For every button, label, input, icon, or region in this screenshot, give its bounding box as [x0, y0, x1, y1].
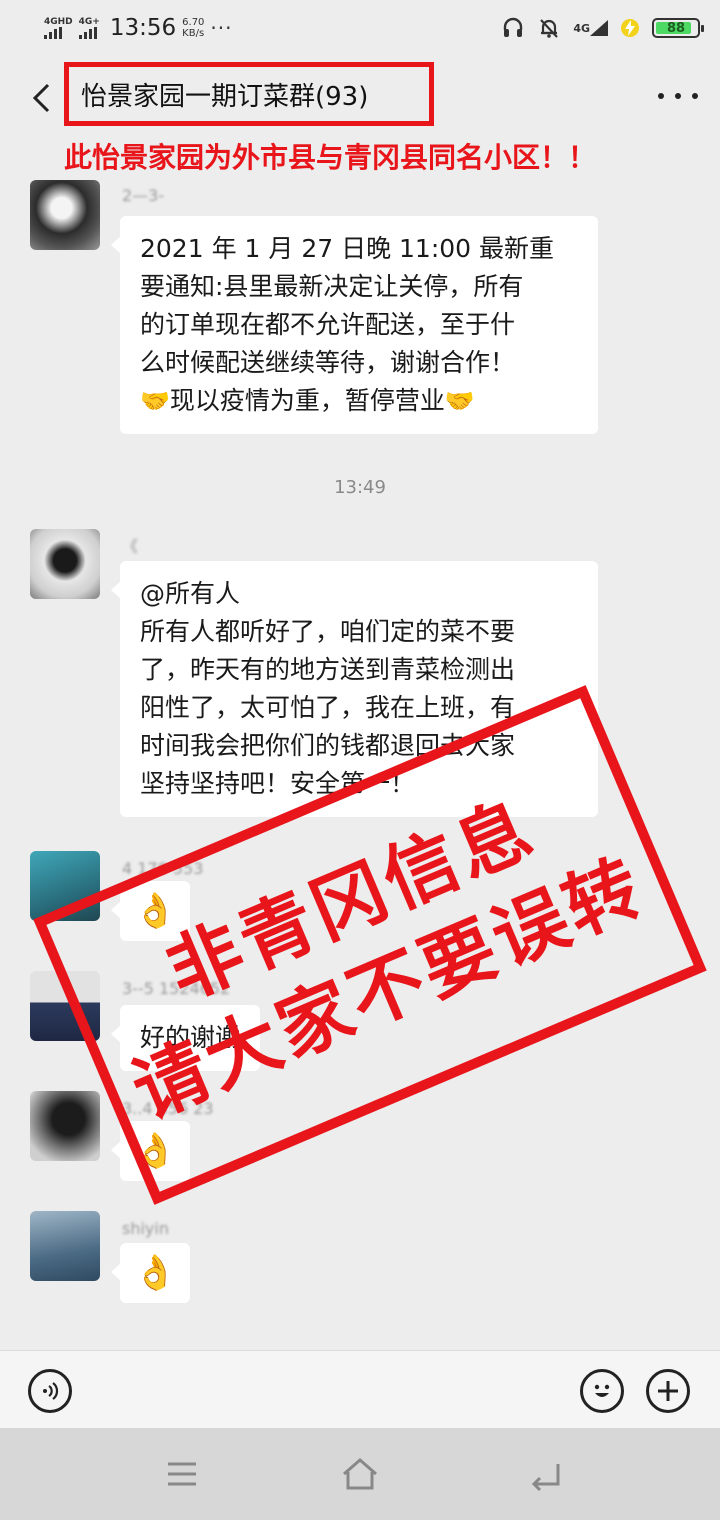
avatar[interactable]: [30, 971, 100, 1041]
menu-icon: [168, 1462, 196, 1486]
system-back-button[interactable]: [524, 1454, 568, 1494]
time-separator: 13:49: [334, 477, 386, 498]
message-line: 时间我会把你们的钱都退回去大家: [140, 731, 516, 760]
sender-name: 3..4 356 23: [122, 1099, 214, 1118]
handshake-icon: 🤝: [444, 387, 475, 415]
message-bubble[interactable]: 👌: [110, 1243, 191, 1303]
sender-name: 4 178 553: [122, 859, 204, 878]
add-more-button[interactable]: [646, 1369, 690, 1413]
message-line: 阳性了，太可怕了，我在上班，有: [140, 693, 516, 722]
sim2-label: 4G+: [78, 17, 100, 27]
battery-level: 88: [666, 20, 686, 36]
dot-icon: [675, 93, 681, 99]
sender-name: shiyin: [122, 1219, 169, 1238]
battery-icon: 88: [652, 18, 704, 38]
network-speed-unit: KB/s: [182, 28, 205, 39]
home-button[interactable]: [338, 1454, 382, 1494]
avatar[interactable]: [30, 1091, 100, 1161]
more-notifications-icon: ···: [210, 16, 233, 40]
voice-icon: [43, 1382, 59, 1400]
message-bubble[interactable]: 👌: [110, 1121, 191, 1181]
chat-header: 怡景家园一期订菜群(93): [0, 56, 720, 140]
avatar[interactable]: [30, 1211, 100, 1281]
avatar[interactable]: [30, 180, 100, 250]
message-line: 么时候配送继续等待，谢谢合作！: [140, 348, 516, 377]
network-speed: 6.70 KB/s: [182, 17, 204, 39]
warning-banner: 此怡景家园为外市县与青冈县同名小区！！: [64, 141, 597, 174]
plus-icon: [658, 1381, 678, 1401]
message-line: 🤝现以疫情为重，暂停营业🤝: [140, 382, 578, 420]
message-line: 的订单现在都不允许配送，至于什: [140, 310, 516, 339]
handshake-icon: 🤝: [140, 387, 170, 415]
sender-name: 3--5 1524652: [122, 979, 231, 998]
input-bar: [0, 1350, 720, 1428]
network-4g-icon: 4G: [573, 20, 608, 36]
ok-hand-icon: 👌: [134, 891, 177, 931]
sender-name: 《: [122, 537, 139, 556]
sim2-signal: 4G+: [78, 17, 100, 39]
bell-muted-icon: [537, 16, 561, 40]
status-bar: 4GHD 4G+ 13:56 6.70 KB/s ··· 4G 88: [0, 0, 720, 56]
signal-bars-icon: [78, 27, 97, 39]
chevron-left-icon: [32, 83, 50, 113]
message-line: 了，昨天有的地方送到青菜检测出: [140, 655, 516, 684]
avatar[interactable]: [30, 529, 100, 599]
smiley-icon: [594, 1384, 610, 1397]
ok-hand-icon: 👌: [134, 1131, 177, 1171]
status-left: 4GHD 4G+ 13:56 6.70 KB/s ···: [44, 10, 233, 46]
chat-area[interactable]: 2—3- 2021 年 1 月 27 日晚 11:00 最新重 要通知:县里最新…: [0, 175, 720, 1350]
message-line: 好的谢谢: [140, 1023, 241, 1052]
sim1-signal: 4GHD: [44, 17, 73, 39]
message-line: 要通知:县里最新决定让关停，所有: [140, 272, 524, 301]
status-time: 13:56: [109, 15, 177, 41]
message-line: 所有人都听好了，咱们定的菜不要: [140, 617, 516, 646]
back-button[interactable]: [28, 82, 56, 114]
network-speed-value: 6.70: [182, 17, 205, 28]
message-bubble[interactable]: 好的谢谢: [110, 1005, 261, 1071]
home-icon: [343, 1458, 377, 1490]
sender-name: 2—3-: [122, 186, 165, 205]
status-right: 4G 88: [501, 10, 704, 46]
voice-input-button[interactable]: [28, 1369, 72, 1413]
recent-apps-button[interactable]: [160, 1454, 204, 1494]
ok-hand-icon: 👌: [134, 1253, 177, 1293]
back-arrow-icon: [531, 1464, 560, 1492]
chat-title: 怡景家园一期订菜群(93): [81, 81, 369, 112]
message-line-text: 现以疫情为重，暂停营业: [169, 386, 445, 415]
emoji-button[interactable]: [580, 1369, 624, 1413]
charging-icon: [620, 16, 640, 40]
avatar[interactable]: [30, 851, 100, 921]
system-nav-bar: [0, 1428, 720, 1520]
message-bubble[interactable]: 👌: [110, 881, 191, 941]
message-line: @所有人: [140, 579, 241, 608]
dot-icon: [658, 93, 664, 99]
message-line: 坚持坚持吧！安全第一！: [140, 769, 416, 798]
network-4g-label: 4G: [573, 21, 590, 35]
sim1-label: 4GHD: [44, 17, 73, 27]
more-options-button[interactable]: [658, 86, 698, 106]
headset-icon: [501, 16, 525, 40]
message-bubble[interactable]: 2021 年 1 月 27 日晚 11:00 最新重 要通知:县里最新决定让关停…: [111, 216, 598, 434]
dot-icon: [692, 93, 698, 99]
message-line: 2021 年 1 月 27 日晚 11:00 最新重: [140, 234, 555, 263]
message-bubble[interactable]: @所有人 所有人都听好了，咱们定的菜不要 了，昨天有的地方送到青菜检测出 阳性了…: [111, 561, 598, 817]
signal-bars-icon: [44, 27, 62, 39]
title-highlight-box: 怡景家园一期订菜群(93): [64, 62, 434, 126]
